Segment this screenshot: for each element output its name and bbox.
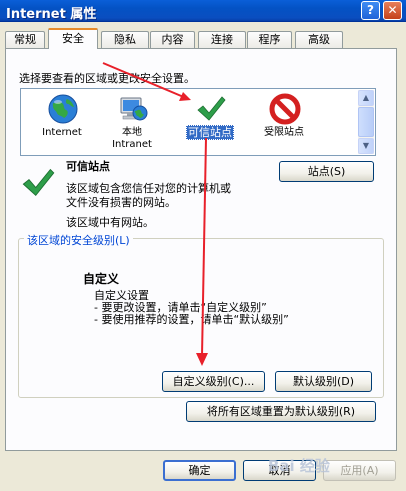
zone-list: Internet 本地 Intranet 可信站点 受限站点 xyxy=(20,88,376,156)
security-level-label: 该区域的安全级别(L) xyxy=(24,232,133,248)
zone-restricted-sites-label: 受限站点 xyxy=(264,127,304,138)
tab-advanced[interactable]: 高级 xyxy=(295,31,343,48)
zone-description-line2: 文件没有损害的网站。 xyxy=(66,196,176,209)
apply-button[interactable]: 应用(A) xyxy=(323,460,396,481)
zone-internet-label: Internet xyxy=(42,127,82,138)
title-bar: Internet 属性 ? ✕ xyxy=(0,0,406,22)
help-button[interactable]: ? xyxy=(361,1,380,20)
baidu-watermark: Bai 经验 xyxy=(268,457,330,475)
zone-title: 可信站点 xyxy=(66,160,110,173)
zone-local-intranet-label: 本地 Intranet xyxy=(112,127,152,150)
custom-level-button[interactable]: 自定义级别(C)... xyxy=(162,371,265,392)
zone-sites-note: 该区域中有网站。 xyxy=(66,216,154,229)
close-button[interactable]: ✕ xyxy=(383,1,402,20)
dialog-window: Internet 属性 ? ✕ 常规 安全 隐私 内容 连接 程序 高级 选择要… xyxy=(0,0,406,491)
restricted-icon xyxy=(269,93,301,125)
globe-icon xyxy=(48,94,78,124)
default-level-button[interactable]: 默认级别(D) xyxy=(275,371,372,392)
ok-button[interactable]: 确定 xyxy=(163,460,236,481)
tab-security[interactable]: 安全 xyxy=(48,28,98,49)
scroll-down-icon[interactable]: ▼ xyxy=(358,138,374,154)
local-intranet-icon xyxy=(120,97,148,121)
reset-all-zones-button[interactable]: 将所有区域重置为默认级别(R) xyxy=(186,401,376,422)
sites-button[interactable]: 站点(S) xyxy=(279,161,374,182)
tab-privacy[interactable]: 隐私 xyxy=(101,31,149,48)
window-title: Internet 属性 xyxy=(6,7,97,22)
zone-check-icon xyxy=(22,168,55,197)
custom-desc-line3: - 要使用推荐的设置，请单击“默认级别” xyxy=(94,313,289,326)
tab-programs[interactable]: 程序 xyxy=(247,31,292,48)
tab-general[interactable]: 常规 xyxy=(5,31,45,48)
zone-local-intranet[interactable]: 本地 Intranet xyxy=(97,89,167,155)
check-icon xyxy=(197,96,226,121)
zone-restricted-sites[interactable]: 受限站点 xyxy=(249,89,319,155)
zone-trusted-sites-label: 可信站点 xyxy=(186,125,234,140)
zone-internet[interactable]: Internet xyxy=(27,89,97,155)
custom-level-title: 自定义 xyxy=(83,272,120,286)
scroll-up-icon[interactable]: ▲ xyxy=(358,90,374,106)
select-zone-label: 选择要查看的区域或更改安全设置。 xyxy=(19,72,195,85)
zone-list-scrollbar[interactable]: ▲ ▼ xyxy=(358,90,374,154)
tab-content[interactable]: 内容 xyxy=(150,31,195,48)
tab-connections[interactable]: 连接 xyxy=(198,31,246,48)
zone-trusted-sites[interactable]: 可信站点 xyxy=(175,89,245,155)
scroll-thumb[interactable] xyxy=(358,107,374,137)
